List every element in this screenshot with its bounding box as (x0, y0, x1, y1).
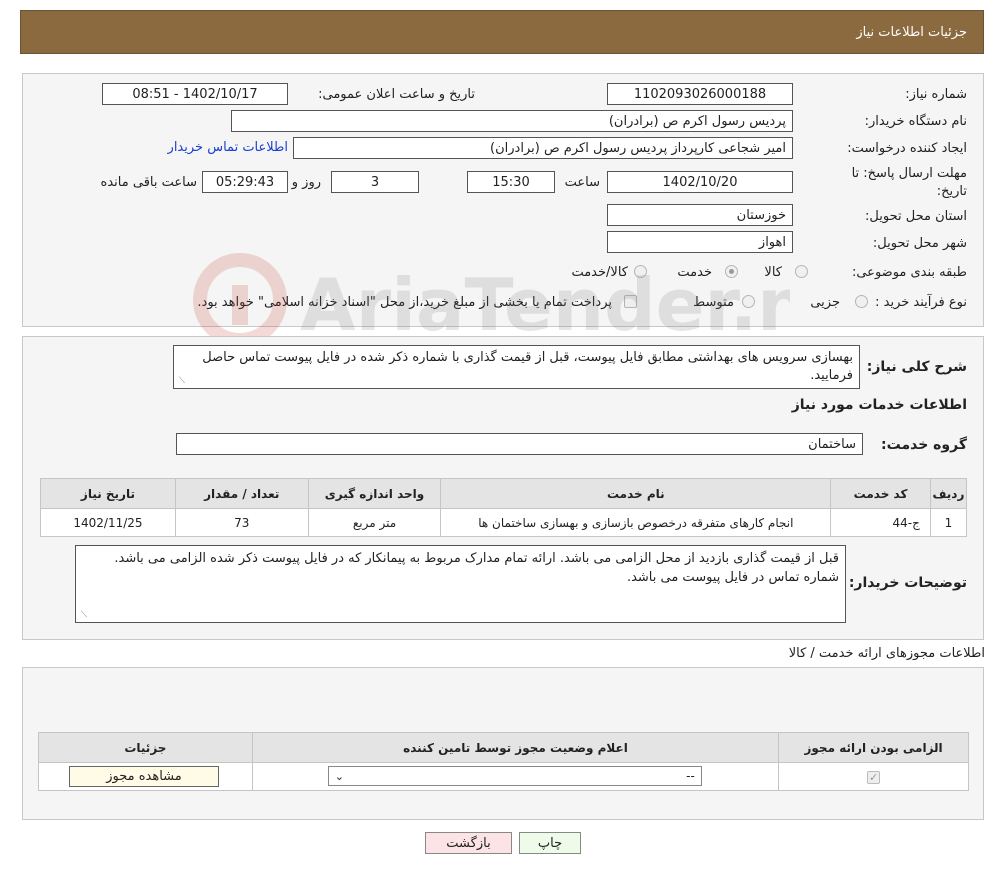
city-label: شهر محل تحویل: (872, 236, 967, 251)
process-note: پرداخت تمام یا بخشی از مبلغ خرید،از محل … (197, 295, 612, 310)
process-radio-medium[interactable] (742, 295, 755, 308)
resize-handle-icon[interactable]: ⟋ (78, 611, 87, 620)
table-row: ✓ ⌄ -- مشاهده مجوز (38, 762, 969, 791)
treasury-checkbox[interactable] (624, 295, 637, 308)
service-group-field: ساختمان (176, 433, 863, 455)
cell-row: 1 (929, 508, 968, 537)
cell-quantity: 73 (174, 508, 309, 537)
announce-field: 1402/10/17 - 08:51 (102, 83, 288, 105)
permit-status-select[interactable]: ⌄ -- (327, 766, 702, 786)
remaining-label: ساعت باقی مانده (100, 175, 197, 190)
cell-unit: متر مربع (307, 508, 442, 537)
remaining-time-field: 05:29:43 (202, 171, 288, 193)
buyer-contact-link[interactable]: اطلاعات تماس خریدار (168, 140, 288, 155)
province-field: خوزستان (607, 204, 793, 226)
city-field: اهواز (607, 231, 793, 253)
col-service-code: کد خدمت (830, 478, 931, 509)
days-field: 3 (331, 171, 419, 193)
col-quantity: تعداد / مقدار (174, 478, 309, 509)
table-row: 1 ج-44 انجام کارهای متفرقه درخصوص بازساز… (40, 508, 968, 537)
col-permit-required: الزامی بودن ارائه مجوز (778, 732, 969, 763)
process-label: نوع فرآیند خرید : (875, 295, 967, 310)
permits-table-header: الزامی بودن ارائه مجوز اعلام وضعیت مجوز … (38, 732, 969, 763)
buyer-org-label: نام دستگاه خریدار: (864, 114, 967, 129)
permits-table: الزامی بودن ارائه مجوز اعلام وضعیت مجوز … (38, 732, 969, 791)
days-label: روز و (291, 175, 321, 190)
page-header: جزئیات اطلاعات نیاز (20, 10, 984, 54)
category-radio-goods-service[interactable] (634, 265, 647, 278)
category-radio-goods[interactable] (795, 265, 808, 278)
col-need-date: تاریخ نیاز (40, 478, 176, 509)
category-service-label: خدمت (677, 265, 712, 280)
permit-required-checkbox: ✓ (867, 770, 881, 784)
services-table: ردیف کد خدمت نام خدمت واحد اندازه گیری ت… (40, 478, 968, 537)
col-row: ردیف (929, 478, 968, 509)
col-permit-status: اعلام وضعیت مجوز توسط تامین کننده (251, 732, 780, 763)
col-details: جزئیات (38, 732, 253, 763)
buyer-notes-label: توضیحات خریدار: (848, 575, 967, 591)
process-small-label: جزیی (810, 295, 840, 310)
buyer-notes-text: قبل از قیمت گذاری بازدید از محل الزامی م… (114, 551, 839, 585)
resize-handle-icon[interactable]: ⟋ (176, 377, 185, 386)
view-permit-button[interactable]: مشاهده مجوز (69, 766, 219, 787)
description-text: بهسازی سرویس های بهداشتی مطابق فایل پیوس… (202, 350, 853, 383)
process-radio-small[interactable] (855, 295, 868, 308)
page-title: جزئیات اطلاعات نیاز (856, 24, 967, 40)
service-group-label: گروه خدمت: (881, 437, 967, 453)
buyer-org-field: پردیس رسول اکرم ص (برادران) (231, 110, 793, 132)
announce-label: تاریخ و ساعت اعلان عمومی: (318, 87, 475, 102)
process-medium-label: متوسط (693, 295, 734, 310)
description-textarea[interactable]: بهسازی سرویس های بهداشتی مطابق فایل پیوس… (173, 345, 860, 389)
deadline-label: مهلت ارسال پاسخ: تا (851, 166, 967, 181)
deadline-label-2: تاریخ: (936, 184, 967, 199)
permits-section-title: اطلاعات مجوزهای ارائه خدمت / کالا (788, 646, 985, 661)
permit-status-value: -- (686, 769, 695, 783)
description-label: شرح کلی نیاز: (866, 359, 967, 375)
services-table-header: ردیف کد خدمت نام خدمت واحد اندازه گیری ت… (40, 478, 968, 509)
cell-service-code: ج-44 (830, 508, 931, 537)
col-service-name: نام خدمت (440, 478, 832, 509)
category-goods-label: کالا (764, 265, 782, 280)
buyer-notes-textarea[interactable]: قبل از قیمت گذاری بازدید از محل الزامی م… (75, 545, 846, 623)
deadline-date-field: 1402/10/20 (607, 171, 793, 193)
cell-need-date: 1402/11/25 (40, 508, 176, 537)
back-button[interactable]: بازگشت (425, 832, 512, 854)
need-number-field: 1102093026000188 (607, 83, 793, 105)
chevron-down-icon: ⌄ (334, 769, 345, 783)
category-radio-service[interactable] (725, 265, 738, 278)
cell-permit-required: ✓ (778, 762, 969, 791)
col-unit: واحد اندازه گیری (307, 478, 442, 509)
cell-service-name: انجام کارهای متفرقه درخصوص بازسازی و بهس… (440, 508, 832, 537)
print-button[interactable]: چاپ (519, 832, 581, 854)
time-label: ساعت (564, 175, 600, 190)
cell-permit-status: ⌄ -- (251, 762, 780, 791)
requester-field: امیر شجاعی کارپرداز پردیس رسول اکرم ص (ب… (293, 137, 793, 159)
deadline-time-field: 15:30 (467, 171, 555, 193)
province-label: استان محل تحویل: (865, 209, 967, 224)
services-section-title: اطلاعات خدمات مورد نیاز (791, 397, 967, 413)
category-label: طبقه بندی موضوعی: (851, 265, 967, 280)
requester-label: ایجاد کننده درخواست: (847, 141, 967, 156)
cell-details: مشاهده مجوز (38, 762, 253, 791)
category-goods-service-label: کالا/خدمت (571, 265, 628, 280)
need-number-label: شماره نیاز: (905, 87, 967, 102)
